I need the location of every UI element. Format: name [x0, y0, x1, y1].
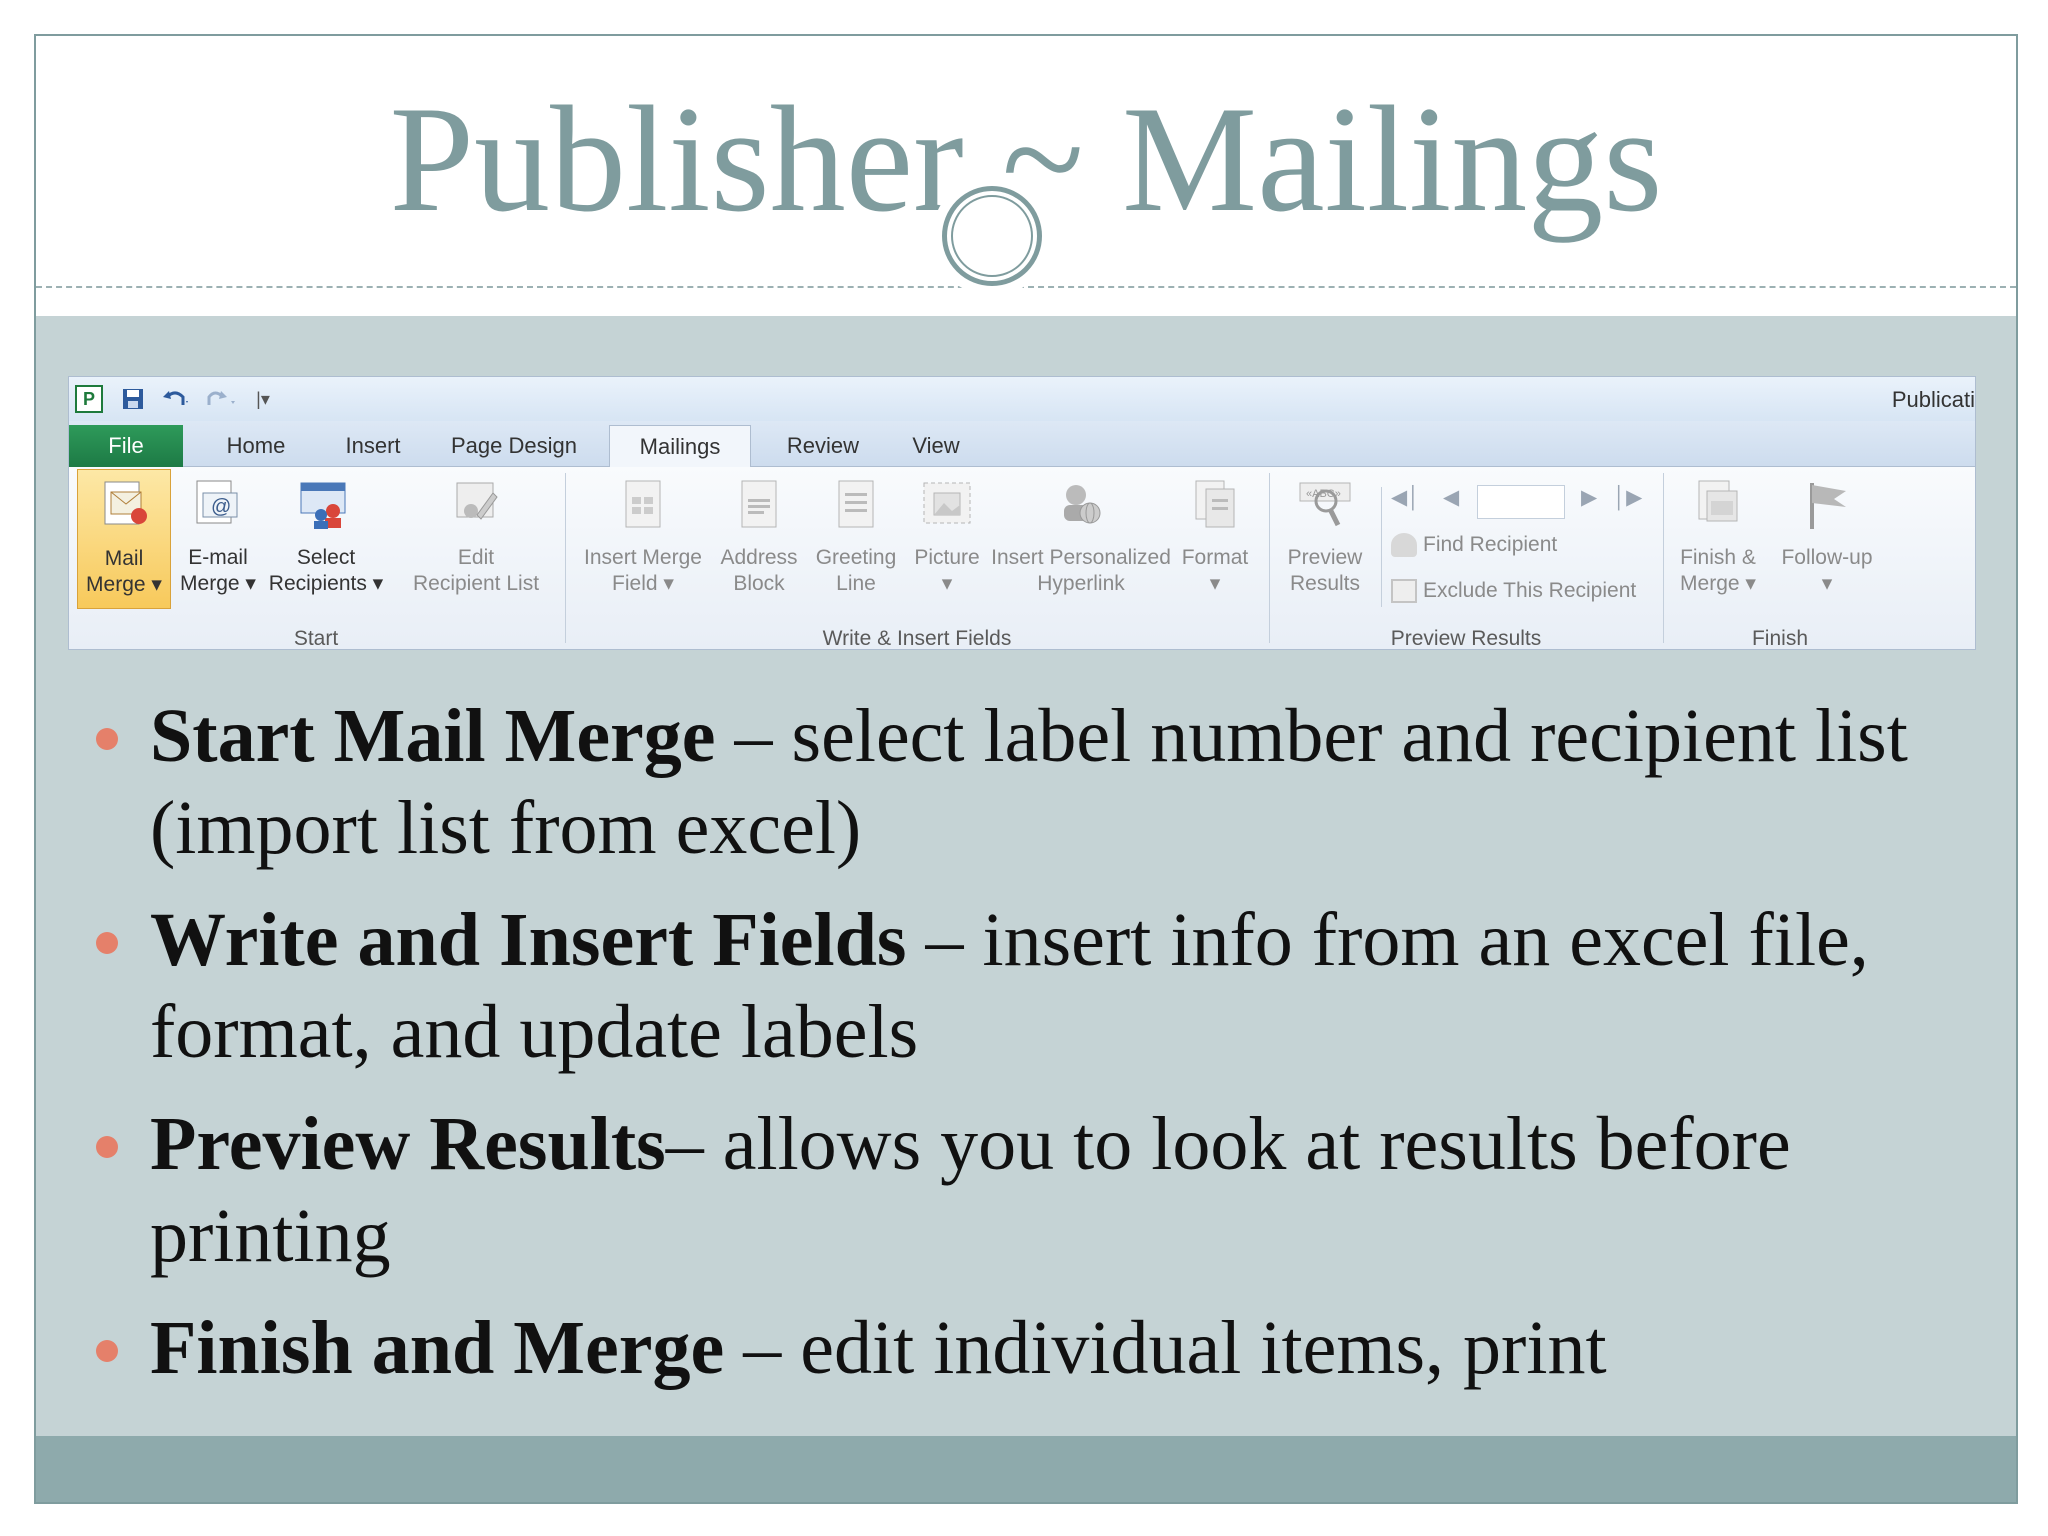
follow-up-button[interactable]: Follow-up ▾ — [1769, 469, 1885, 609]
group-separator — [1269, 473, 1270, 643]
title-divider — [36, 286, 2016, 288]
ornament-ring-inner — [951, 195, 1033, 277]
mail-merge-icon — [104, 481, 147, 525]
exclude-recipient-icon — [1391, 579, 1417, 603]
edit-recipient-list-button[interactable]: Edit Recipient List — [401, 469, 551, 609]
quick-access-toolbar: P |▾ Publicati — [69, 377, 1975, 421]
tab-insert[interactable]: Insert — [323, 425, 423, 467]
tab-home[interactable]: Home — [199, 425, 313, 467]
redo-icon[interactable] — [201, 385, 241, 413]
ribbon-tabs: File Home Insert Page Design Mailings Re… — [69, 421, 1975, 468]
group-label-finish: Finish — [1751, 627, 1809, 650]
bullet-dot — [96, 728, 118, 750]
first-record-icon[interactable]: ◀│ — [1391, 485, 1420, 510]
address-block-icon — [741, 480, 777, 528]
picture-icon — [923, 482, 971, 524]
bullet-dot — [96, 1340, 118, 1362]
format-icon — [1195, 480, 1235, 528]
picture-button[interactable]: Picture ▾ — [907, 469, 987, 609]
bullet-item: Finish and Merge – edit individual items… — [92, 1302, 1972, 1394]
last-record-icon[interactable]: │▶ — [1613, 485, 1642, 510]
insert-merge-field-icon — [625, 480, 661, 528]
tab-mailings[interactable]: Mailings — [609, 425, 751, 468]
find-recipient-icon — [1391, 533, 1417, 557]
email-merge-icon: @ — [196, 480, 238, 524]
group-separator — [1381, 487, 1382, 607]
personalized-hyperlink-icon — [1064, 485, 1101, 524]
insert-merge-field-button[interactable]: Insert Merge Field ▾ — [575, 469, 711, 609]
next-record-icon[interactable]: ▶ — [1581, 485, 1597, 510]
bullet-item: Write and Insert Fields – insert info fr… — [92, 894, 1972, 1078]
greeting-line-button[interactable]: Greeting Line — [807, 469, 905, 609]
undo-icon[interactable] — [159, 385, 193, 413]
svg-text:@: @ — [211, 496, 231, 518]
group-separator — [565, 473, 566, 643]
select-recipients-button[interactable]: Select Recipients ▾ — [265, 469, 387, 609]
format-button[interactable]: Format ▾ — [1173, 469, 1257, 609]
previous-record-icon[interactable]: ◀ — [1443, 485, 1459, 510]
insert-personalized-hyperlink-button[interactable]: Insert Personalized Hyperlink — [991, 469, 1171, 609]
save-icon[interactable] — [119, 385, 147, 413]
bullet-list: Start Mail Merge – select label number a… — [92, 690, 1972, 1414]
ribbon-screenshot: P |▾ Publicati File Home Insert Page Des… — [68, 376, 1976, 650]
tab-file[interactable]: File — [69, 425, 183, 467]
group-separator — [1663, 473, 1664, 643]
record-navigation: ◀│ ◀ ▶ │▶ — [1391, 485, 1642, 521]
tab-view[interactable]: View — [889, 425, 983, 467]
finish-and-merge-button[interactable]: Finish & Merge ▾ — [1669, 469, 1767, 609]
group-label-preview-results: Preview Results — [1390, 627, 1542, 650]
bullet-item: Preview Results– allows you to look at r… — [92, 1098, 1972, 1282]
tab-page-design[interactable]: Page Design — [431, 425, 597, 467]
email-merge-button[interactable]: @ E-mail Merge ▾ — [173, 469, 263, 609]
bullet-dot — [96, 1136, 118, 1158]
group-label-start: Start — [293, 627, 339, 650]
tab-review[interactable]: Review — [765, 425, 881, 467]
mail-merge-button[interactable]: Mail Merge ▾ — [77, 469, 171, 609]
group-label-write-insert-fields: Write & Insert Fields — [822, 627, 1012, 650]
address-block-button[interactable]: Address Block — [713, 469, 805, 609]
greeting-line-icon — [838, 480, 874, 528]
find-recipient-button[interactable]: Find Recipient — [1391, 533, 1557, 557]
edit-recipient-list-icon — [456, 482, 498, 520]
publisher-app-icon[interactable]: P — [75, 385, 103, 413]
exclude-recipient-button[interactable]: Exclude This Recipient — [1391, 579, 1636, 603]
preview-results-icon: «ABC» — [1299, 482, 1351, 527]
select-recipients-icon — [300, 482, 346, 529]
record-number-input[interactable] — [1477, 485, 1565, 519]
window-title: Publicati — [1891, 387, 1975, 412]
bullet-dot — [96, 932, 118, 954]
preview-results-button[interactable]: «ABC» Preview Results — [1275, 469, 1375, 609]
bottom-band — [36, 1436, 2016, 1502]
finish-merge-icon — [1698, 480, 1738, 522]
bullet-item: Start Mail Merge – select label number a… — [92, 690, 1972, 874]
flag-icon — [1810, 483, 1846, 529]
customize-toolbar-icon[interactable]: |▾ — [249, 385, 277, 413]
